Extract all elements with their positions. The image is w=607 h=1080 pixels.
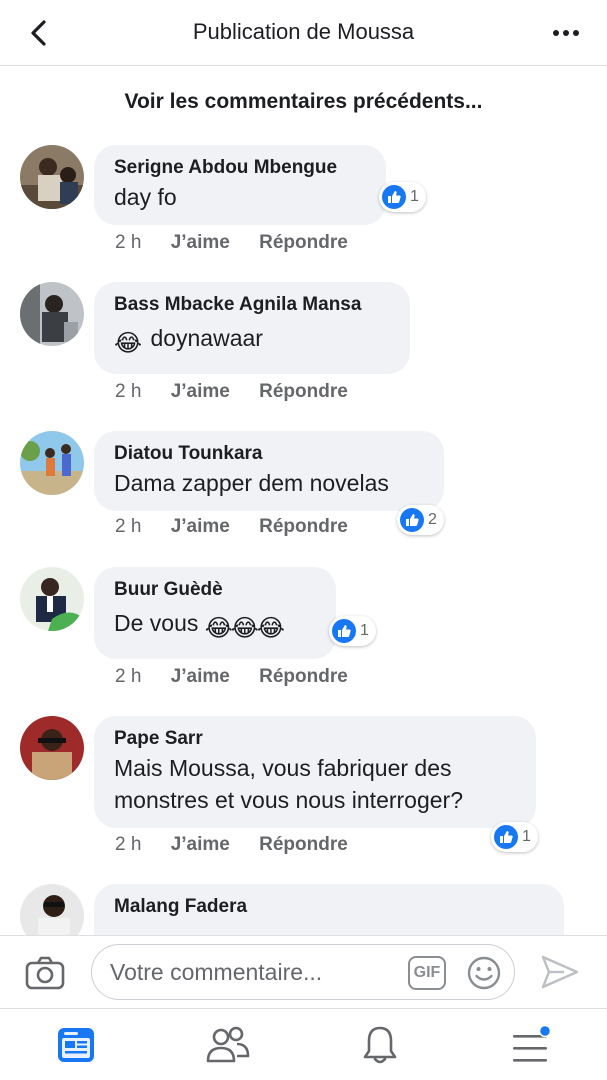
comment-meta: 2 h J’aime Répondre xyxy=(115,834,372,856)
camera-button[interactable] xyxy=(24,954,66,992)
comment-author[interactable]: Diatou Tounkara xyxy=(114,443,424,465)
like-button[interactable]: J’aime xyxy=(171,516,230,538)
avatar[interactable] xyxy=(20,716,84,780)
reply-button[interactable]: Répondre xyxy=(259,834,348,856)
reply-button[interactable]: Répondre xyxy=(259,666,348,688)
avatar[interactable] xyxy=(20,431,84,495)
comment-bubble[interactable]: Malang Fadera xyxy=(94,884,564,935)
reply-button[interactable]: Répondre xyxy=(259,381,348,403)
reaction-badge[interactable]: 1 xyxy=(329,616,376,646)
like-icon xyxy=(400,508,424,532)
reaction-count: 1 xyxy=(360,622,369,639)
emoji-button[interactable] xyxy=(466,955,502,991)
like-button[interactable]: J’aime xyxy=(171,232,230,254)
like-button[interactable]: J’aime xyxy=(171,834,230,856)
comment-input[interactable] xyxy=(110,955,390,989)
reaction-count: 2 xyxy=(428,511,437,528)
menu-icon xyxy=(513,1025,552,1062)
avatar[interactable] xyxy=(20,567,84,631)
avatar[interactable] xyxy=(20,884,84,935)
comment-composer: GIF xyxy=(0,935,607,1008)
comment-text: Mais Moussa, vous fabriquer des monstres… xyxy=(114,752,516,816)
comment-time: 2 h xyxy=(115,834,142,855)
comment-author[interactable]: Pape Sarr xyxy=(114,728,516,750)
comment-text: Dama zapper dem novelas xyxy=(114,470,389,496)
comment-author[interactable]: Malang Fadera xyxy=(114,896,544,918)
tab-notifications[interactable] xyxy=(358,1023,402,1067)
reaction-count: 1 xyxy=(410,188,419,205)
previous-comments-link[interactable]: Voir les commentaires précédents... xyxy=(0,90,607,114)
like-icon xyxy=(494,825,518,849)
gif-button[interactable]: GIF xyxy=(408,956,446,990)
like-icon xyxy=(382,185,406,209)
comment-time: 2 h xyxy=(115,381,142,402)
reaction-badge[interactable]: 2 xyxy=(397,505,444,535)
comment-item: Malang Fadera xyxy=(20,884,600,935)
comment-time: 2 h xyxy=(115,232,142,253)
reply-button[interactable]: Répondre xyxy=(259,516,348,538)
comments-list: Voir les commentaires précédents... Seri… xyxy=(0,0,607,935)
comment-meta: 2 h J’aime Répondre xyxy=(115,381,372,403)
comment-time: 2 h xyxy=(115,516,142,537)
laughing-emoji-icon: 😂😂😂 xyxy=(204,615,285,642)
news-feed-icon xyxy=(58,1028,94,1062)
comment-item: Diatou Tounkara Dama zapper dem novelas … xyxy=(20,431,600,551)
comment-input-wrapper: GIF xyxy=(91,944,515,1000)
like-button[interactable]: J’aime xyxy=(171,666,230,688)
reaction-count: 1 xyxy=(522,828,531,845)
comment-bubble[interactable]: Pape Sarr Mais Moussa, vous fabriquer de… xyxy=(94,716,536,828)
comment-text-row: 😂 doynawaar xyxy=(114,322,390,360)
send-button[interactable] xyxy=(540,954,580,990)
comment-bubble[interactable]: Serigne Abdou Mbengue day fo xyxy=(94,145,386,225)
bottom-navigation xyxy=(0,1008,607,1080)
comment-text-line: monstres et vous nous interroger? xyxy=(114,787,464,813)
send-icon xyxy=(541,955,579,989)
comment-meta: 2 h J’aime Répondre xyxy=(115,516,372,538)
comment-item: Pape Sarr Mais Moussa, vous fabriquer de… xyxy=(20,716,600,866)
comment-author[interactable]: Buur Guèdè xyxy=(114,579,316,601)
tab-menu[interactable] xyxy=(509,1023,553,1067)
like-icon xyxy=(332,619,356,643)
comment-author[interactable]: Serigne Abdou Mbengue xyxy=(114,157,366,179)
comment-text-line: Mais Moussa, vous fabriquer des xyxy=(114,755,452,781)
comment-text: De vous xyxy=(114,610,199,636)
reaction-badge[interactable]: 1 xyxy=(379,182,426,212)
avatar[interactable] xyxy=(20,282,84,346)
comment-item: Buur Guèdè De vous 😂😂😂 1 2 h J’aime Répo… xyxy=(20,567,600,697)
tab-news-feed[interactable] xyxy=(54,1023,98,1067)
comment-text: doynawaar xyxy=(150,325,263,351)
like-button[interactable]: J’aime xyxy=(171,381,230,403)
comment-bubble[interactable]: Bass Mbacke Agnila Mansa 😂 doynawaar xyxy=(94,282,410,374)
smiley-icon xyxy=(467,956,501,990)
comment-text-row: De vous 😂😂😂 xyxy=(114,607,316,645)
comment-item: Serigne Abdou Mbengue day fo 1 2 h J’aim… xyxy=(20,145,600,275)
friends-icon xyxy=(206,1026,250,1063)
top-bar: Publication de Moussa xyxy=(0,0,607,66)
more-icon xyxy=(553,30,579,36)
comment-text: day fo xyxy=(114,184,177,210)
comment-meta: 2 h J’aime Répondre xyxy=(115,666,372,688)
camera-icon xyxy=(25,956,65,990)
reply-button[interactable]: Répondre xyxy=(259,232,348,254)
comment-time: 2 h xyxy=(115,666,142,687)
reaction-badge[interactable]: 1 xyxy=(491,822,538,852)
laughing-emoji-icon: 😂 xyxy=(114,330,143,357)
page-title: Publication de Moussa xyxy=(192,19,415,44)
comment-meta: 2 h J’aime Répondre xyxy=(115,232,372,254)
comment-author[interactable]: Bass Mbacke Agnila Mansa xyxy=(114,294,390,316)
comment-bubble[interactable]: Diatou Tounkara Dama zapper dem novelas xyxy=(94,431,444,511)
comment-bubble[interactable]: Buur Guèdè De vous 😂😂😂 xyxy=(94,567,336,659)
notifications-icon xyxy=(363,1026,397,1064)
more-options-button[interactable] xyxy=(549,20,583,46)
gif-icon: GIF xyxy=(413,964,441,981)
comment-item: Bass Mbacke Agnila Mansa 😂 doynawaar 2 h… xyxy=(20,282,600,412)
tab-friends[interactable] xyxy=(206,1023,250,1067)
avatar[interactable] xyxy=(20,145,84,209)
